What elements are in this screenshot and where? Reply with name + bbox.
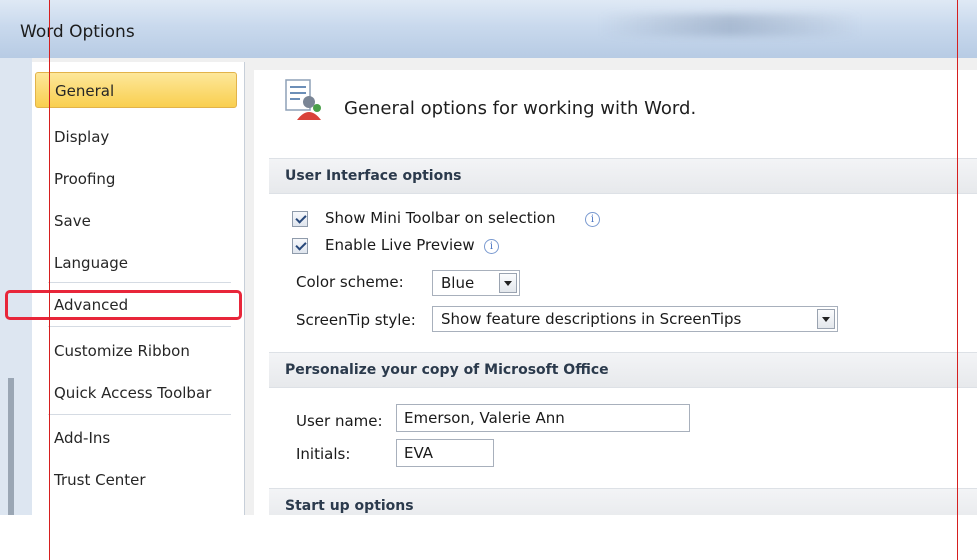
color-scheme-dropdown[interactable]: Blue [432,270,520,296]
sidebar-item-add-ins[interactable]: Add-Ins [35,420,237,456]
sidebar-item-save[interactable]: Save [35,203,237,239]
word-options-dialog: Word Options General Display Proofing Sa… [0,0,977,515]
live-preview-checkbox[interactable] [292,238,308,254]
title-bar: Word Options [0,0,977,58]
sidebar-item-label: Quick Access Toolbar [54,384,212,402]
section-personalize: Personalize your copy of Microsoft Offic… [269,352,977,388]
user-name-label: User name: [296,412,383,430]
chevron-down-icon[interactable] [817,309,835,329]
sidebar-divider [48,326,231,327]
guide-line-right [957,0,958,560]
color-scheme-label: Color scheme: [296,273,404,291]
sidebar-item-label: Trust Center [54,471,146,489]
sidebar-item-label: Proofing [54,170,116,188]
screentip-style-label: ScreenTip style: [296,311,416,329]
user-name-value: Emerson, Valerie Ann [404,409,565,427]
sidebar-item-label: Save [54,212,91,230]
advanced-highlight-box [5,290,242,320]
sidebar-item-trust-center[interactable]: Trust Center [35,462,237,498]
blurred-title-text [600,14,860,36]
user-name-field[interactable]: Emerson, Valerie Ann [396,404,690,432]
sidebar-item-label: Add-Ins [54,429,111,447]
live-preview-label: Enable Live Preview [325,236,475,254]
sidebar-item-quick-access-toolbar[interactable]: Quick Access Toolbar [35,375,237,411]
initials-value: EVA [404,444,434,462]
main-panel: General options for working with Word. U… [254,70,977,515]
chevron-down-icon[interactable] [499,273,517,293]
section-title: Start up options [285,498,414,514]
screentip-style-dropdown[interactable]: Show feature descriptions in ScreenTips [432,306,838,332]
initials-field[interactable]: EVA [396,439,494,467]
window-title: Word Options [20,22,135,42]
sidebar-item-display[interactable]: Display [35,119,237,155]
scrollbar[interactable] [8,378,14,515]
info-icon: i [484,239,499,254]
mini-toolbar-checkbox[interactable] [292,211,308,227]
color-scheme-value: Blue [441,274,475,292]
section-title: Personalize your copy of Microsoft Offic… [285,362,609,378]
section-user-interface: User Interface options [269,158,977,194]
sidebar: General Display Proofing Save Language A… [32,62,245,515]
sidebar-item-label: Customize Ribbon [54,342,190,360]
page-title: General options for working with Word. [344,98,697,119]
sidebar-item-language[interactable]: Language [35,245,237,281]
sidebar-item-customize-ribbon[interactable]: Customize Ribbon [35,333,237,369]
initials-label: Initials: [296,445,351,463]
sidebar-item-general[interactable]: General [35,72,237,108]
section-startup: Start up options [269,488,977,515]
section-title: User Interface options [285,168,462,184]
left-frame [0,58,32,515]
info-icon: i [585,212,600,227]
sidebar-item-label: Display [54,128,110,146]
sidebar-item-label: Language [54,254,129,272]
mini-toolbar-label: Show Mini Toolbar on selection [325,209,556,227]
screentip-style-value: Show feature descriptions in ScreenTips [441,310,742,328]
sidebar-item-proofing[interactable]: Proofing [35,161,237,197]
general-options-icon [284,78,324,124]
sidebar-divider [48,414,231,415]
sidebar-divider [48,282,231,283]
sidebar-item-label: General [55,82,115,100]
guide-line-left [49,0,50,560]
